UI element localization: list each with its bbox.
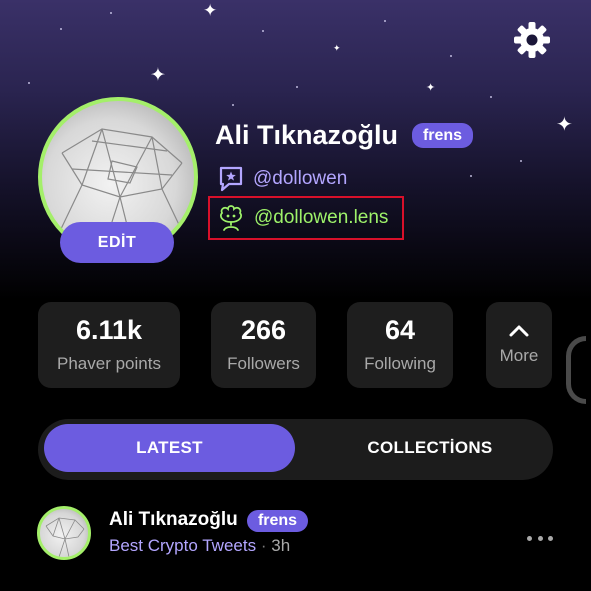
farcaster-handle-link[interactable]: @dollowen <box>217 165 347 193</box>
star-dot <box>28 82 30 84</box>
star-dot <box>232 104 234 106</box>
star-dot <box>470 175 472 177</box>
stat-value: 6.11k <box>75 314 143 345</box>
star-dot <box>520 160 522 162</box>
farcaster-handle: @dollowen <box>253 168 348 189</box>
dot <box>548 536 553 541</box>
settings-button[interactable] <box>512 20 552 60</box>
star-dot <box>296 86 298 88</box>
star-decoration: ✦ <box>426 82 436 94</box>
dot <box>537 536 543 541</box>
tab-collections[interactable]: COLLECTİONS <box>314 424 546 472</box>
star-decoration: ✦ <box>333 43 341 53</box>
star-decoration: ✦ <box>150 65 166 86</box>
post-author-name[interactable]: Ali Tıknazoğlu <box>109 509 238 531</box>
post-time: 3h <box>271 536 291 555</box>
star-dot <box>262 30 264 32</box>
post-community[interactable]: Best Crypto Tweets <box>109 536 256 555</box>
star-decoration: ✦ <box>203 1 218 20</box>
star-decoration: ✦ <box>556 114 573 136</box>
post-author-avatar[interactable] <box>37 506 91 560</box>
side-drawer-handle[interactable] <box>566 336 586 404</box>
stat-label: Followers <box>227 353 300 373</box>
post-meta: Best Crypto Tweets · 3h <box>109 536 290 556</box>
farcaster-icon <box>219 166 243 192</box>
tab-latest[interactable]: LATEST <box>44 424 295 472</box>
lens-icon <box>219 205 243 231</box>
more-horizontal-icon[interactable] <box>527 536 553 544</box>
chevron-up-icon <box>509 325 529 337</box>
profile-name: Ali Tıknazoğlu <box>215 120 399 150</box>
frens-badge: frens <box>412 123 473 148</box>
lens-handle: @dollowen.lens <box>254 207 389 228</box>
stat-value: 64 <box>384 314 416 345</box>
lens-handle-link[interactable]: @dollowen.lens <box>208 196 404 240</box>
profile-tabs: LATEST COLLECTİONS <box>38 419 553 480</box>
avatar-image <box>45 517 85 557</box>
more-label: More <box>499 346 539 365</box>
meta-separator: · <box>260 536 267 555</box>
stat-following[interactable]: 64 Following <box>347 302 453 388</box>
dot <box>527 536 532 541</box>
gear-icon <box>514 22 550 58</box>
stat-value: 266 <box>240 314 287 345</box>
stat-phaver-points[interactable]: 6.11k Phaver points <box>38 302 180 388</box>
star-dot <box>450 55 452 57</box>
star-dot <box>60 28 62 30</box>
star-dot <box>490 96 492 98</box>
stat-label: Phaver points <box>57 353 161 373</box>
more-button[interactable]: More <box>486 302 552 388</box>
edit-profile-button[interactable]: EDİT <box>60 222 174 263</box>
star-dot <box>384 20 386 22</box>
stat-label: Following <box>364 353 436 373</box>
stat-followers[interactable]: 266 Followers <box>211 302 316 388</box>
frens-badge: frens <box>247 510 308 532</box>
star-dot <box>110 12 112 14</box>
